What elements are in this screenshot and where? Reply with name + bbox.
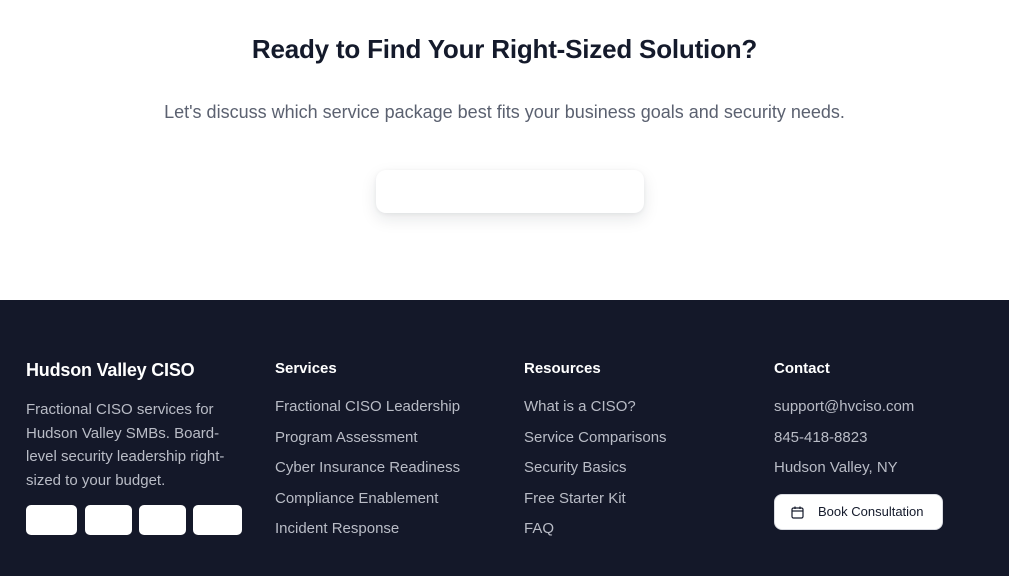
book-consultation-button[interactable]: Book Consultation	[774, 494, 943, 530]
book-consultation-label: Book Consultation	[818, 504, 924, 519]
services-heading: Services	[275, 360, 337, 377]
social-link-2[interactable]	[85, 505, 132, 535]
cta-button-card[interactable]	[376, 170, 644, 213]
social-link-4[interactable]	[193, 505, 242, 535]
footer-link-program-assessment[interactable]: Program Assessment	[275, 427, 460, 458]
resources-heading: Resources	[524, 360, 601, 377]
contact-location: Hudson Valley, NY	[774, 459, 898, 476]
calendar-icon	[791, 506, 804, 519]
cta-title: Ready to Find Your Right-Sized Solution?	[251, 34, 758, 64]
footer-link-incident-response[interactable]: Incident Response	[275, 518, 460, 549]
cta-section: Ready to Find Your Right-Sized Solution?…	[0, 0, 1009, 300]
social-link-3[interactable]	[139, 505, 186, 535]
services-list: Fractional CISO Leadership Program Asses…	[275, 396, 460, 549]
site-footer: Hudson Valley CISO Fractional CISO servi…	[0, 300, 1009, 576]
footer-link-compliance[interactable]: Compliance Enablement	[275, 488, 460, 519]
footer-link-cyber-insurance[interactable]: Cyber Insurance Readiness	[275, 457, 460, 488]
footer-link-what-is-ciso[interactable]: What is a CISO?	[524, 396, 667, 427]
resources-list: What is a CISO? Service Comparisons Secu…	[524, 396, 667, 549]
footer-link-starter-kit[interactable]: Free Starter Kit	[524, 488, 667, 519]
contact-list: support@hvciso.com 845-418-8823 Hudson V…	[774, 396, 914, 488]
footer-link-security-basics[interactable]: Security Basics	[524, 457, 667, 488]
footer-link-faq[interactable]: FAQ	[524, 518, 667, 549]
social-link-1[interactable]	[26, 505, 77, 535]
contact-email[interactable]: support@hvciso.com	[774, 396, 914, 427]
footer-link-service-comparisons[interactable]: Service Comparisons	[524, 427, 667, 458]
footer-brand-title: Hudson Valley CISO	[26, 360, 195, 380]
contact-heading: Contact	[774, 360, 830, 377]
footer-link-fractional-ciso[interactable]: Fractional CISO Leadership	[275, 396, 460, 427]
cta-subtitle: Let's discuss which service package best…	[164, 102, 845, 122]
footer-brand-description: Fractional CISO services for Hudson Vall…	[26, 401, 225, 489]
contact-phone[interactable]: 845-418-8823	[774, 427, 914, 458]
